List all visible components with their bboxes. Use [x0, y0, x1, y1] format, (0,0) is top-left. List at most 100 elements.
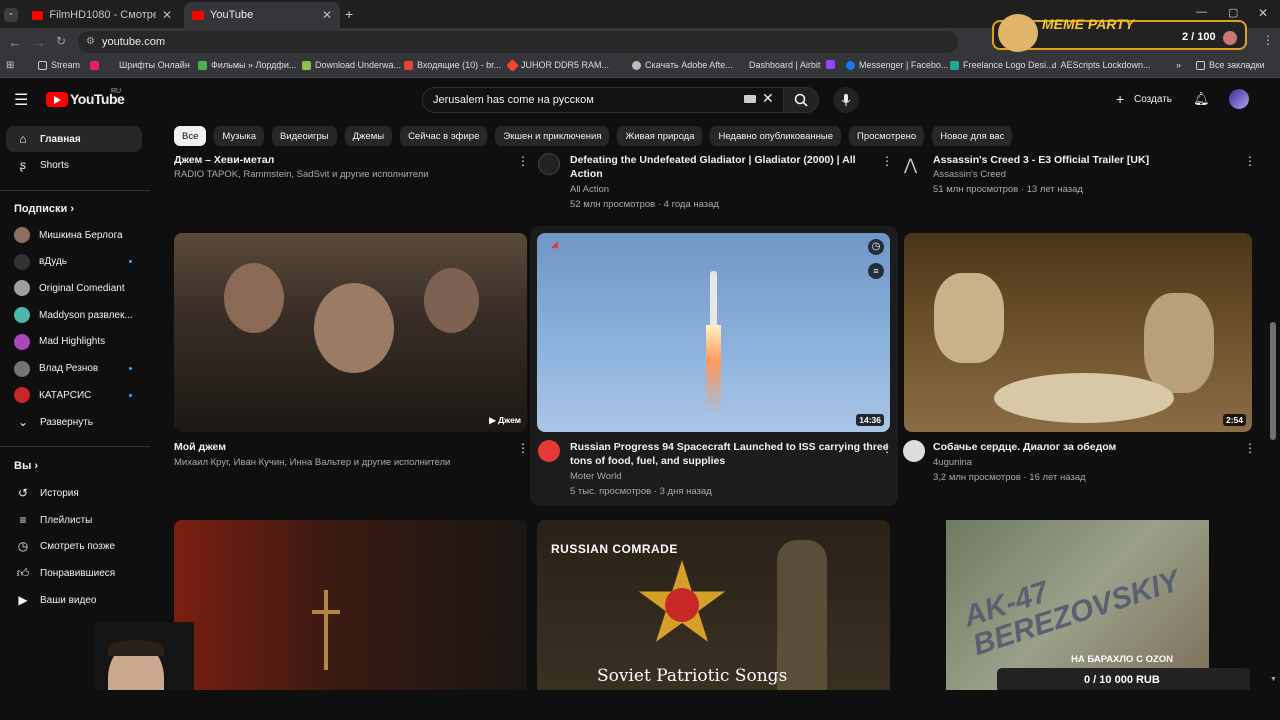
- filter-chip[interactable]: Недавно опубликованные: [710, 126, 841, 146]
- more-actions-icon[interactable]: ⋮: [517, 441, 529, 455]
- filter-chip[interactable]: Новое для вас: [932, 126, 1013, 146]
- tab-youtube[interactable]: YouTube ✕: [184, 2, 340, 28]
- all-bookmarks[interactable]: Все закладки: [1196, 60, 1265, 70]
- close-window-icon[interactable]: ✕: [1258, 6, 1268, 20]
- forward-icon[interactable]: →: [32, 34, 46, 50]
- bookmark-adobe[interactable]: Скачать Adobe Afte...: [632, 60, 733, 70]
- account-avatar[interactable]: [1229, 89, 1249, 109]
- sidebar-item-subscription[interactable]: КАТАРСИС: [0, 382, 150, 408]
- menu-icon[interactable]: ⋮: [1262, 33, 1274, 47]
- bookmark-twitch[interactable]: [826, 60, 835, 69]
- create-plus-icon[interactable]: +: [1116, 91, 1124, 107]
- bookmark-aescripts[interactable]: d AEScripts Lockdown...: [1052, 60, 1151, 70]
- channel-avatar[interactable]: [538, 440, 560, 462]
- bookmark-icon: [736, 60, 745, 70]
- minimize-icon[interactable]: —: [1196, 6, 1207, 18]
- video-title-line2[interactable]: tons of food, fuel, and supplies: [570, 454, 725, 468]
- sidebar-item-playlists[interactable]: ≡ Плейлисты: [0, 507, 150, 533]
- channel-avatar[interactable]: [903, 440, 925, 462]
- filter-chip[interactable]: Просмотрено: [849, 126, 925, 146]
- hamburger-icon[interactable]: ☰: [14, 90, 28, 110]
- video-thumbnail[interactable]: ▶ Джем: [174, 233, 527, 432]
- channel-name[interactable]: All Action: [570, 182, 609, 197]
- sidebar-item-subscription[interactable]: Мишкина Берлога: [0, 222, 150, 248]
- youtube-logo-icon[interactable]: [46, 92, 68, 107]
- back-icon[interactable]: ←: [8, 34, 22, 50]
- filter-chip[interactable]: Живая природа: [617, 126, 703, 146]
- more-actions-icon[interactable]: ⋮: [517, 154, 529, 168]
- more-bookmarks-icon[interactable]: »: [1176, 60, 1181, 70]
- bookmark-messenger[interactable]: Messenger | Facebo...: [846, 60, 948, 70]
- video-title[interactable]: Джем – Хеви-метал: [174, 153, 274, 167]
- bookmark-juhor[interactable]: JUHOR DDR5 RAM...: [506, 58, 609, 72]
- bookmark-freelance[interactable]: Freelance Logo Desi...: [950, 60, 1054, 70]
- maximize-icon[interactable]: ▢: [1228, 6, 1238, 19]
- sidebar-item-subscription[interactable]: Original Comediant: [0, 275, 150, 301]
- new-tab-icon[interactable]: +: [345, 6, 353, 22]
- search-input[interactable]: Jerusalem has come на русском: [422, 87, 784, 113]
- sidebar-item-shorts[interactable]: ʂ Shorts: [0, 152, 150, 178]
- filter-chip[interactable]: Все: [174, 126, 207, 146]
- channel-avatar[interactable]: [538, 153, 560, 175]
- more-actions-icon[interactable]: ⋮: [881, 441, 893, 455]
- create-button[interactable]: Создать: [1134, 94, 1172, 105]
- filter-chip[interactable]: Сейчас в эфире: [400, 126, 488, 146]
- bookmark-stream[interactable]: Stream: [38, 60, 80, 70]
- filter-chip[interactable]: Видеоигры: [271, 126, 337, 146]
- filter-chip[interactable]: Музыка: [214, 126, 264, 146]
- sidebar-item-subscription[interactable]: вДудь: [0, 249, 150, 275]
- voice-search-button[interactable]: [833, 87, 859, 113]
- sidebar-item-your-videos[interactable]: ▶ Ваши видео: [0, 587, 150, 613]
- more-actions-icon[interactable]: ⋮: [1244, 441, 1256, 455]
- sidebar-item-subscription[interactable]: Maddyson развлек...: [0, 302, 150, 328]
- video-thumbnail[interactable]: RUSSIAN COMRADE Soviet Patriotic Songs: [537, 520, 890, 690]
- filter-chip[interactable]: Джемы: [344, 126, 393, 146]
- clear-search-icon[interactable]: ✕: [762, 90, 774, 107]
- video-title-line1[interactable]: Russian Progress 94 Spacecraft Launched …: [570, 440, 889, 454]
- more-actions-icon[interactable]: ⋮: [1244, 154, 1256, 168]
- you-heading[interactable]: Вы ›: [14, 460, 38, 472]
- video-title-line2[interactable]: Action: [570, 167, 603, 181]
- sidebar-item-home[interactable]: ⌂ Главная: [6, 126, 142, 152]
- channel-name[interactable]: Moter World: [570, 469, 622, 484]
- filter-chip[interactable]: Экшен и приключения: [495, 126, 610, 146]
- sidebar-item-subscription[interactable]: Mad Highlights: [0, 329, 150, 355]
- sidebar-item-liked[interactable]: 👍︎ Понравившиеся: [0, 560, 150, 586]
- video-title[interactable]: Мой джем: [174, 440, 226, 454]
- channel-name[interactable]: Assassin's Creed: [933, 167, 1006, 182]
- apps-icon[interactable]: ⊞: [6, 60, 14, 71]
- tab-filmhd[interactable]: FilmHD1080 - Смотреть онлайн ✕: [24, 2, 180, 28]
- reload-icon[interactable]: ↻: [56, 34, 66, 48]
- watch-later-icon[interactable]: ◷: [868, 239, 884, 255]
- video-thumbnail[interactable]: 2:54: [904, 233, 1252, 432]
- close-tab-icon[interactable]: ✕: [322, 8, 332, 22]
- bookmark-airbit[interactable]: Dashboard | Airbit: [736, 60, 820, 70]
- video-thumbnail[interactable]: ◢ ◷ ≡ 14:36: [537, 233, 890, 432]
- video-thumbnail[interactable]: [174, 520, 527, 690]
- channel-name[interactable]: 4ugunina: [933, 455, 972, 470]
- keyboard-icon[interactable]: [744, 95, 756, 103]
- bookmark-gmail[interactable]: Входящие (10) - br...: [404, 60, 501, 70]
- video-title[interactable]: Собачье сердце. Диалог за обедом: [933, 440, 1116, 454]
- sidebar-item-subscription[interactable]: Влад Резнов: [0, 356, 150, 382]
- bookmark-download[interactable]: Download Underwa...: [302, 60, 401, 70]
- add-to-queue-icon[interactable]: ≡: [868, 263, 884, 279]
- subscriptions-heading[interactable]: Подписки ›: [14, 203, 74, 215]
- search-button[interactable]: [783, 87, 819, 113]
- video-title[interactable]: Assassin's Creed 3 - E3 Official Trailer…: [933, 153, 1149, 167]
- sidebar-item-watch-later[interactable]: ◷ Смотреть позже: [0, 533, 150, 559]
- sidebar-item-history[interactable]: ↺ История: [0, 480, 150, 506]
- url-field[interactable]: youtube.com: [78, 31, 958, 53]
- more-actions-icon[interactable]: ⋮: [881, 154, 893, 168]
- close-tab-icon[interactable]: ✕: [162, 8, 172, 22]
- bookmark-films[interactable]: Фильмы » Лордфи...: [198, 60, 296, 70]
- notifications-bell-icon[interactable]: 🔔︎: [1193, 91, 1210, 107]
- bookmark-fonts[interactable]: Шрифты Онлайн: [90, 60, 190, 70]
- tab-list-icon[interactable]: ⌄: [4, 8, 18, 22]
- scroll-down-icon[interactable]: ▼: [1270, 676, 1277, 683]
- page-scrollbar-thumb[interactable]: [1270, 322, 1276, 440]
- video-title-line1[interactable]: Defeating the Undefeated Gladiator | Gla…: [570, 153, 856, 167]
- sidebar-expand[interactable]: ⌄ Развернуть: [0, 409, 150, 435]
- site-info-icon[interactable]: ⚙: [86, 36, 95, 47]
- assassins-creed-logo-icon[interactable]: ⋀: [904, 155, 917, 175]
